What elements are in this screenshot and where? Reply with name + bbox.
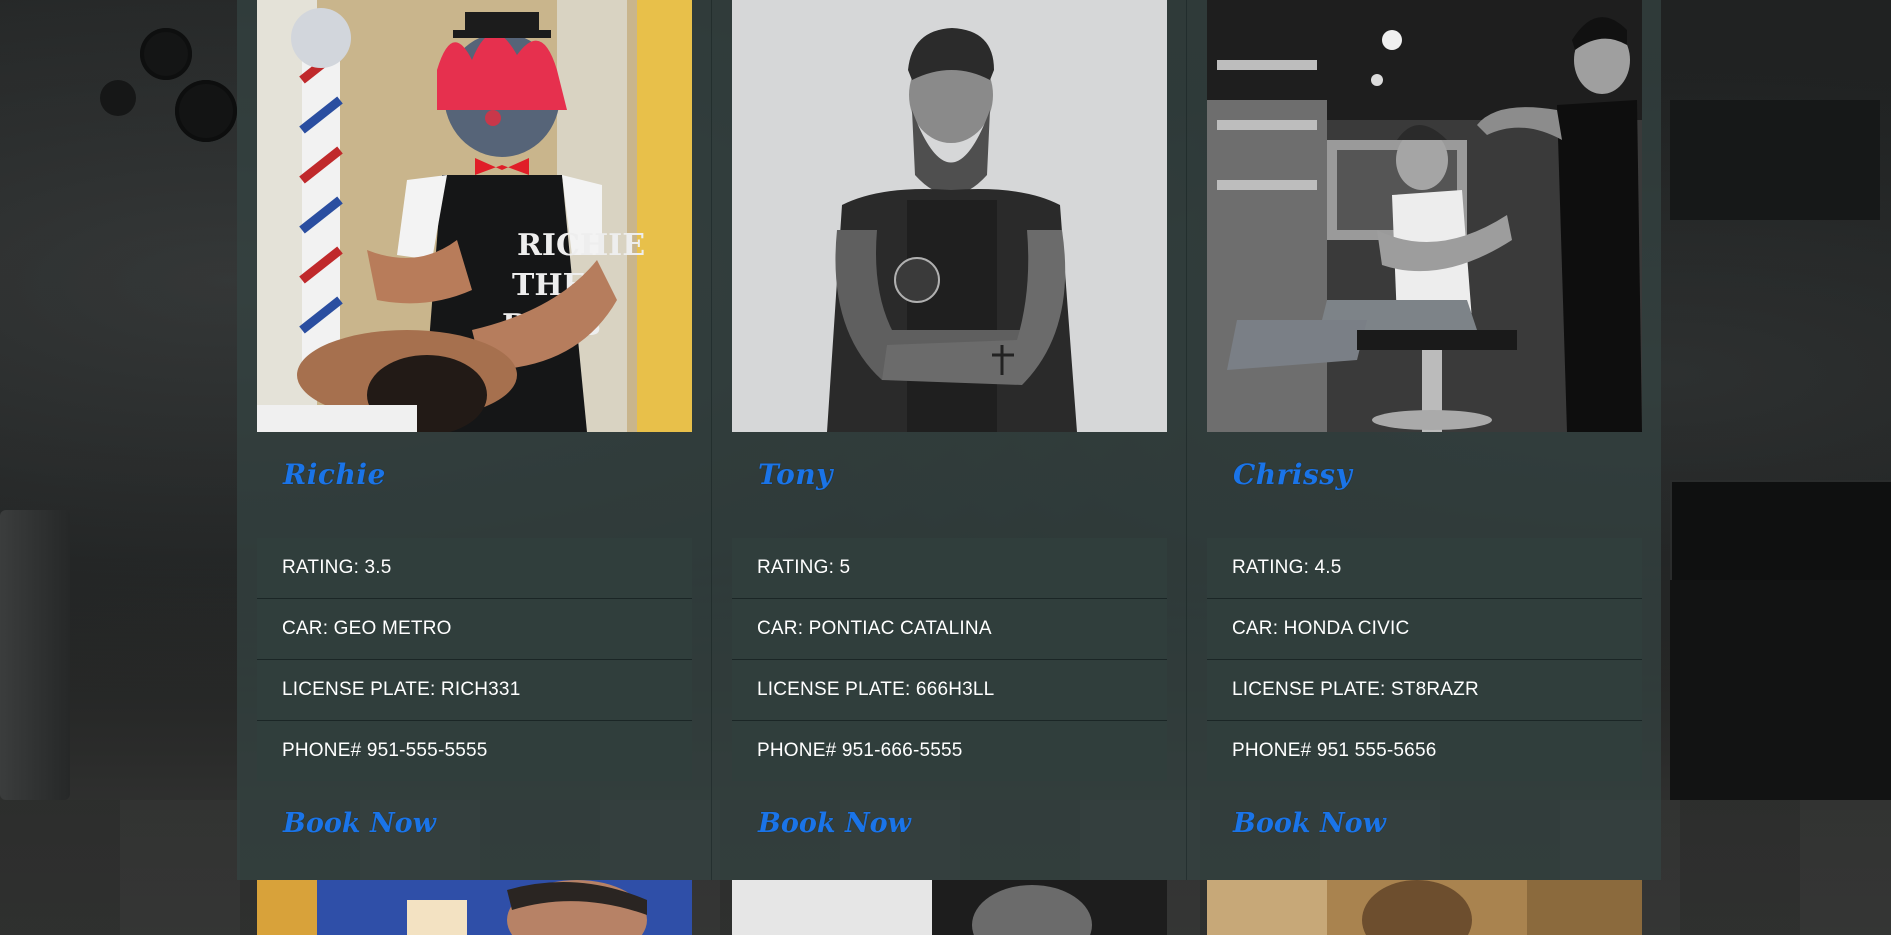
barber-phone: PHONE# 951-666-5555	[732, 720, 1167, 781]
barber-car: CAR: GEO METRO	[257, 598, 692, 659]
barbers-panel: RICHIE THE BARB Richie RATING: 3.5 CAR: …	[237, 0, 1661, 935]
barber-photo-next-row	[257, 880, 692, 935]
barber-name: Chrissy	[1233, 458, 1353, 491]
barber-rating: RATING: 5	[732, 538, 1167, 598]
barber-photo-chrissy	[1207, 0, 1642, 432]
column-divider	[711, 0, 712, 880]
barber-license-plate: LICENSE PLATE: ST8RAZR	[1207, 659, 1642, 720]
wall-shelf	[1670, 100, 1880, 220]
barber-chair	[0, 510, 70, 800]
barber-rating: RATING: 4.5	[1207, 538, 1642, 598]
wall-mirror	[100, 80, 136, 116]
barber-photo-next-row	[732, 880, 1167, 935]
wall-mirror	[140, 28, 192, 80]
barber-info-list: RATING: 4.5 CAR: HONDA CIVIC LICENSE PLA…	[1207, 538, 1642, 781]
book-now-link[interactable]: Book Now	[283, 808, 436, 839]
book-now-link[interactable]: Book Now	[1233, 808, 1386, 839]
svg-text:RICHIE: RICHIE	[517, 228, 645, 263]
column-divider	[1186, 0, 1187, 880]
barber-license-plate: LICENSE PLATE: 666H3LL	[732, 659, 1167, 720]
barber-rating: RATING: 3.5	[257, 538, 692, 598]
barber-license-plate: LICENSE PLATE: RICH331	[257, 659, 692, 720]
book-now-link[interactable]: Book Now	[758, 808, 911, 839]
barber-car: CAR: HONDA CIVIC	[1207, 598, 1642, 659]
barber-photo-next-row	[1207, 880, 1642, 935]
barber-name: Richie	[283, 458, 386, 491]
barber-photo-richie: RICHIE THE BARB	[257, 0, 692, 432]
barber-phone: PHONE# 951-555-5555	[257, 720, 692, 781]
barber-photo-tony	[732, 0, 1167, 432]
wall-mirror	[175, 80, 237, 142]
barber-name: Tony	[758, 458, 833, 491]
microwave	[1670, 480, 1891, 584]
barber-info-list: RATING: 5 CAR: PONTIAC CATALINA LICENSE …	[732, 538, 1167, 781]
barber-car: CAR: PONTIAC CATALINA	[732, 598, 1167, 659]
cabinet	[1670, 580, 1891, 800]
barber-phone: PHONE# 951 555-5656	[1207, 720, 1642, 781]
barber-info-list: RATING: 3.5 CAR: GEO METRO LICENSE PLATE…	[257, 538, 692, 781]
